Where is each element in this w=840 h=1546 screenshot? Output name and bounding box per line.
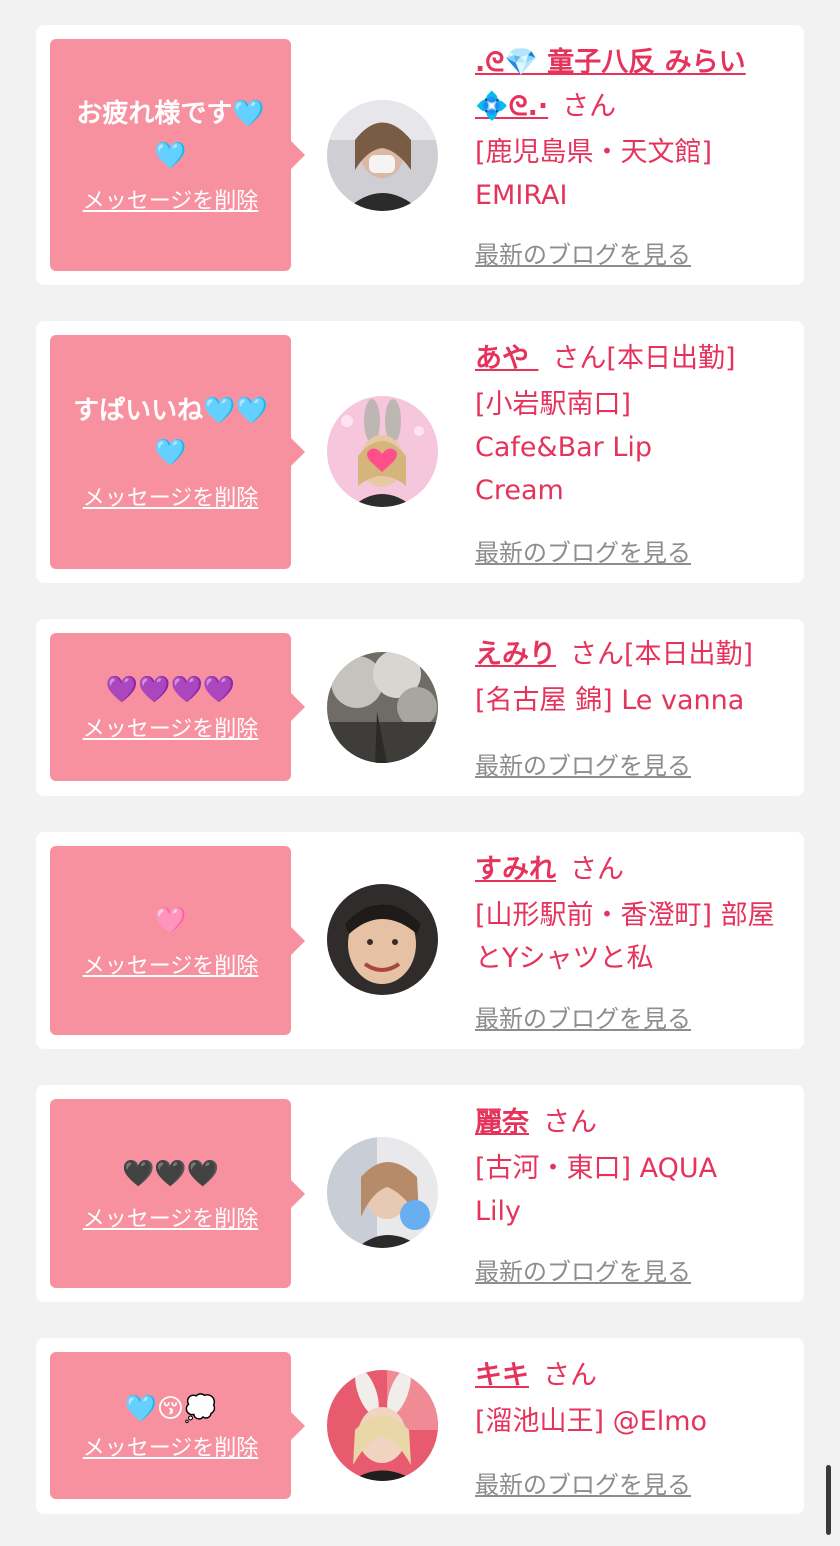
avatar[interactable] [327, 396, 438, 507]
profile-info: えみり さん[本日出勤] [名古屋 錦] Le vanna [475, 633, 805, 722]
latest-blog-link[interactable]: 最新のブログを見る [475, 235, 691, 270]
girl-name-link[interactable]: えみり [475, 639, 556, 670]
honorific: さん [562, 91, 617, 122]
message-text: お疲れ様です🩵🩵 [76, 99, 265, 171]
shop-name: [小岩駅南口] Cafe&Bar Lip Cream [475, 389, 653, 506]
scrollbar[interactable] [826, 1465, 831, 1535]
status-badge: [本日出勤] [624, 639, 754, 670]
message-bubble: 🩵😚💭 メッセージを削除 [50, 1352, 305, 1499]
shop-name: [山形駅前・香澄町] 部屋とYシャツと私 [475, 900, 775, 974]
avatar[interactable] [327, 100, 438, 211]
message-list: お疲れ様です🩵🩵 メッセージを削除 .ᘓ💎 童子八反 みらい💠ᘓ.· さん [鹿児… [0, 0, 840, 1546]
status-badge: [本日出勤] [606, 343, 736, 374]
message-text: 🖤🖤🖤 [121, 1158, 220, 1189]
delete-message-link[interactable]: メッセージを削除 [83, 1434, 259, 1464]
delete-message-link[interactable]: メッセージを削除 [83, 484, 259, 514]
shop-name: [古河・東口] AQUA Lily [475, 1153, 718, 1227]
girl-name-link[interactable]: すみれ [475, 854, 556, 885]
latest-blog-link[interactable]: 最新のブログを見る [475, 1465, 691, 1500]
message-text: 🩷 [154, 905, 187, 936]
message-card: 💜💜💜💜 メッセージを削除 えみり さん[本日出勤] [名古屋 錦] Le van… [36, 619, 804, 796]
profile-info: .ᘓ💎 童子八反 みらい💠ᘓ.· さん [鹿児島県・天文館] EMIRAI [475, 41, 795, 217]
message-card: お疲れ様です🩵🩵 メッセージを削除 .ᘓ💎 童子八反 みらい💠ᘓ.· さん [鹿児… [36, 25, 804, 285]
delete-message-link[interactable]: メッセージを削除 [83, 952, 259, 982]
message-card: 🩷 メッセージを削除 すみれ さん [山形駅前・香澄町] 部屋とYシャツと私 最新… [36, 832, 804, 1049]
honorific: さん [552, 343, 607, 374]
honorific: さん [570, 639, 624, 670]
message-text: 💜💜💜💜 [105, 675, 236, 705]
delete-message-link[interactable]: メッセージを削除 [83, 1205, 259, 1235]
avatar[interactable] [327, 1137, 438, 1248]
profile-info: 麗奈 さん [古河・東口] AQUA Lily [475, 1101, 795, 1233]
latest-blog-link[interactable]: 最新のブログを見る [475, 533, 691, 568]
girl-name-link[interactable]: 麗奈 [475, 1107, 529, 1138]
message-card: 🖤🖤🖤 メッセージを削除 麗奈 さん [古河・東口] AQUA Lily 最新のブ… [36, 1085, 804, 1302]
latest-blog-link[interactable]: 最新のブログを見る [475, 746, 691, 781]
message-bubble: 💜💜💜💜 メッセージを削除 [50, 633, 305, 781]
girl-name-link[interactable]: キキ [475, 1360, 529, 1391]
profile-info: キキ さん [溜池山王] @Elmo [475, 1354, 795, 1443]
profile-info: あや さん[本日出勤] [小岩駅南口] Cafe&Bar Lip Cream [475, 337, 795, 512]
girl-name-link[interactable]: あや [475, 343, 538, 374]
honorific: さん [570, 854, 624, 885]
message-text: すぱいいね🩵🩵🩵 [73, 396, 268, 468]
latest-blog-link[interactable]: 最新のブログを見る [475, 1252, 691, 1287]
avatar[interactable] [327, 652, 438, 763]
avatar[interactable] [327, 1370, 438, 1481]
profile-info: すみれ さん [山形駅前・香澄町] 部屋とYシャツと私 [475, 848, 785, 980]
delete-message-link[interactable]: メッセージを削除 [83, 715, 259, 745]
honorific: さん [543, 1360, 597, 1391]
message-bubble: 🖤🖤🖤 メッセージを削除 [50, 1099, 305, 1288]
avatar[interactable] [327, 884, 438, 995]
delete-message-link[interactable]: メッセージを削除 [83, 187, 259, 217]
shop-name: [名古屋 錦] Le vanna [475, 685, 745, 716]
honorific: さん [543, 1107, 597, 1138]
message-card: 🩵😚💭 メッセージを削除 キキ さん [溜池山王] @Elmo 最新のブログを見る [36, 1338, 804, 1514]
latest-blog-link[interactable]: 最新のブログを見る [475, 999, 691, 1034]
message-text: 🩵😚💭 [124, 1393, 217, 1424]
message-card: すぱいいね🩵🩵🩵 メッセージを削除 あや さん[本日出勤] [小岩駅南口] Ca… [36, 321, 804, 583]
message-bubble: お疲れ様です🩵🩵 メッセージを削除 [50, 39, 305, 271]
message-bubble: すぱいいね🩵🩵🩵 メッセージを削除 [50, 335, 305, 569]
shop-name: [溜池山王] @Elmo [475, 1406, 708, 1437]
message-bubble: 🩷 メッセージを削除 [50, 846, 305, 1035]
shop-name: [鹿児島県・天文館] EMIRAI [475, 137, 713, 211]
